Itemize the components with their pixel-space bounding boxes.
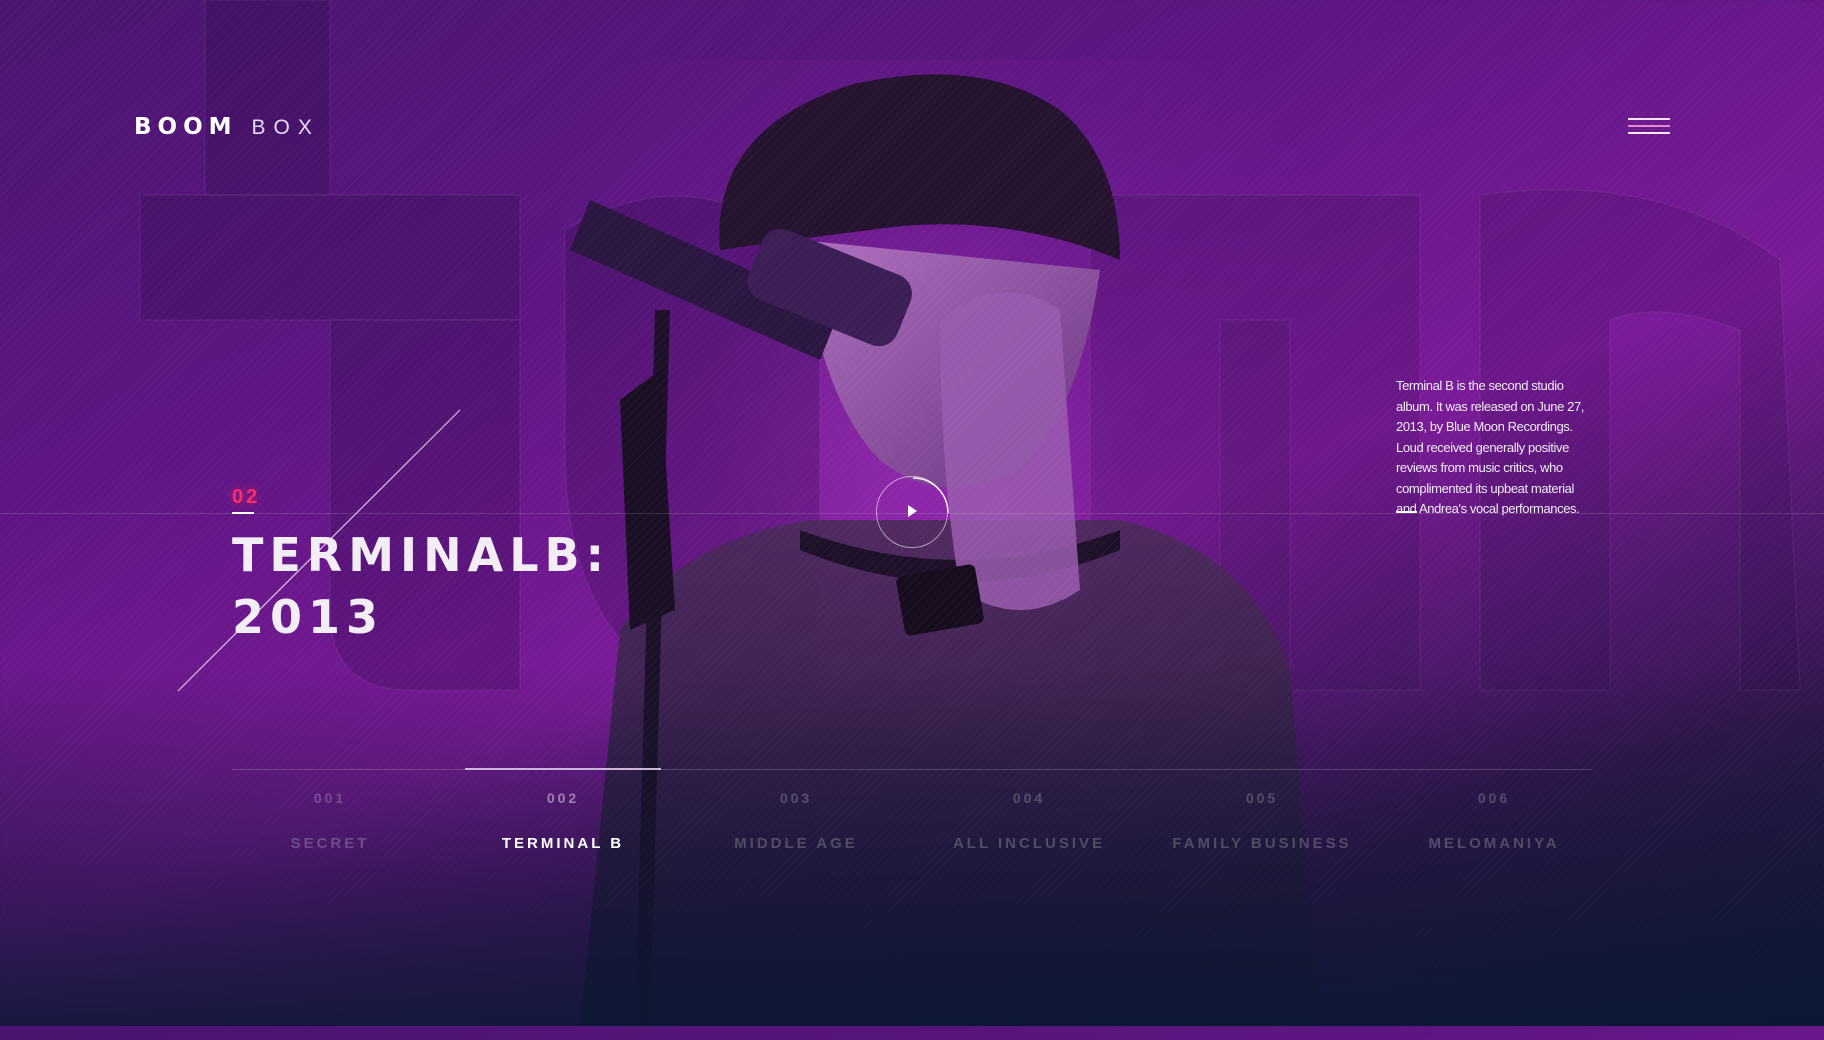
menu-line	[1628, 125, 1670, 127]
timeline-item-middle-age[interactable]: 003 MIDDLE AGE	[698, 790, 894, 852]
timeline-item-family-business[interactable]: 005 FAMILY BUSINESS	[1164, 790, 1360, 852]
album-number: 02	[232, 486, 261, 508]
menu-line	[1628, 118, 1670, 120]
track-name: MIDDLE AGE	[734, 835, 858, 852]
album-title: TERMINALB: 2013	[232, 524, 652, 648]
logo-boom-text: BOOM	[134, 114, 238, 140]
timeline-item-secret[interactable]: 001 SECRET	[232, 790, 428, 852]
album-title-year: 2013	[232, 590, 385, 644]
logo-box-text: BOX	[251, 116, 320, 139]
track-number: 005	[1245, 790, 1279, 806]
album-number-underline	[232, 512, 254, 514]
hamburger-icon[interactable]	[1628, 118, 1670, 140]
menu-line	[1628, 132, 1670, 134]
timeline-track	[232, 769, 1592, 770]
album-title-line: TERMINALB:	[232, 528, 610, 582]
description-underline	[1396, 511, 1417, 513]
track-number: 006	[1477, 790, 1511, 806]
timeline-item-terminal-b[interactable]: 002 TERMINAL B	[465, 790, 661, 852]
timeline-item-melomaniya[interactable]: 006 MELOMANIYA	[1396, 790, 1592, 852]
album-description: Terminal B is the second studio album. I…	[1396, 378, 1585, 516]
timeline-item-all-inclusive[interactable]: 004 ALL INCLUSIVE	[931, 790, 1127, 852]
track-name: MELOMANIYA	[1428, 835, 1560, 852]
play-icon	[908, 505, 917, 517]
track-name: FAMILY BUSINESS	[1172, 835, 1352, 852]
track-number: 004	[1012, 790, 1046, 806]
stage-glow	[560, 60, 1360, 1040]
timeline-active-indicator	[465, 768, 661, 770]
track-number: 001	[313, 790, 347, 806]
track-number: 002	[546, 790, 580, 806]
track-name: TERMINAL B	[501, 835, 625, 852]
play-button[interactable]	[876, 476, 949, 548]
track-name: SECRET	[290, 835, 370, 852]
track-name: ALL INCLUSIVE	[952, 835, 1106, 852]
track-number: 003	[779, 790, 813, 806]
logo[interactable]: BOOM BOX	[134, 114, 320, 140]
